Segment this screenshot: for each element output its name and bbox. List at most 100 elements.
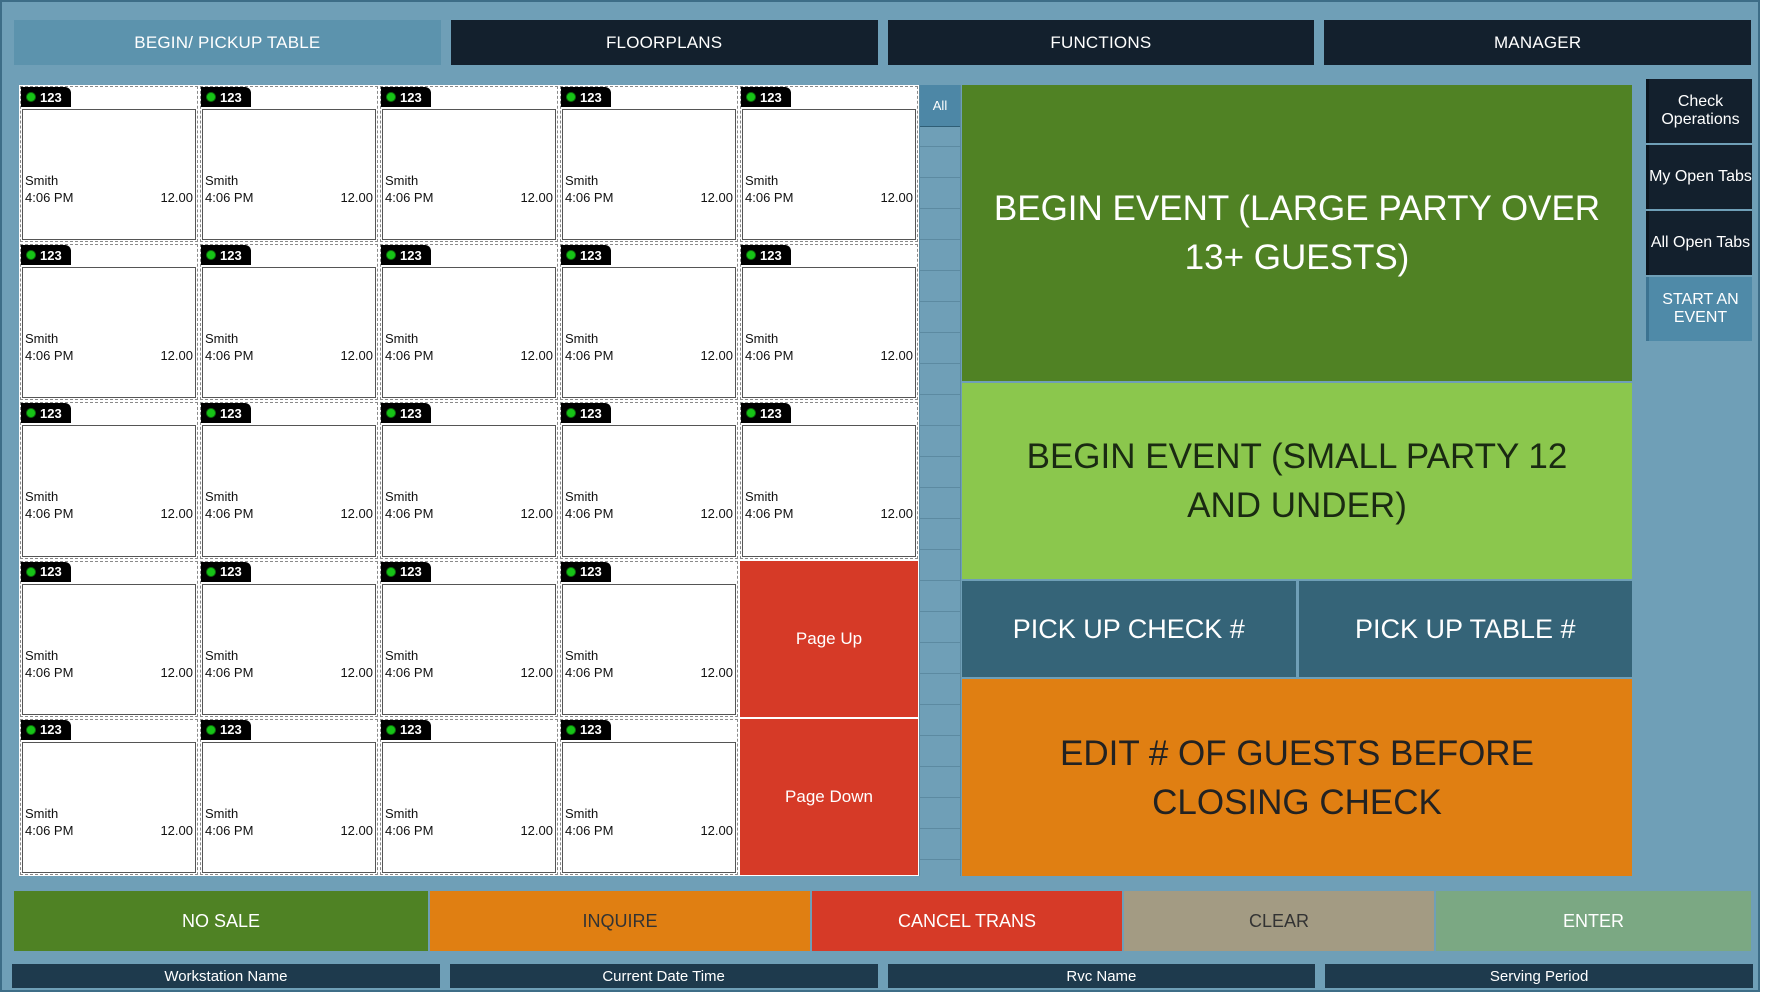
check-time: 4:06 PM (25, 348, 74, 364)
side-nav: Check Operations My Open Tabs All Open T… (1646, 79, 1752, 343)
inquire-button[interactable]: INQUIRE (430, 891, 810, 951)
cancel-trans-button[interactable]: CANCEL TRANS (812, 891, 1122, 951)
check-tile[interactable]: 123 Smith 4:06 PM 12.00 (560, 244, 738, 401)
enter-button[interactable]: ENTER (1436, 891, 1751, 951)
check-owner-name: Smith (205, 805, 239, 821)
check-number: 123 (400, 564, 422, 580)
status-dot-icon (206, 724, 216, 735)
check-tile[interactable]: 123 Smith 4:06 PM 12.00 (200, 244, 378, 401)
check-owner-name: Smith (25, 173, 59, 188)
check-tile[interactable]: 123 Smith 4:06 PM 12.00 (740, 86, 918, 243)
check-tile[interactable]: 123 Smith 4:06 PM 12.00 (200, 402, 378, 559)
serving-period: Serving Period (1325, 964, 1753, 988)
check-number: 123 (220, 405, 242, 421)
check-number: 123 (40, 247, 62, 263)
check-tile[interactable]: 123 Smith 4:06 PM 12.00 (380, 718, 558, 875)
open-checks-grid: 123 Smith 4:06 PM 12.00 123 Smith 4:06 PM 12.00… (19, 85, 919, 876)
status-dot-icon (206, 92, 216, 102)
check-owner-name: Smith (205, 331, 239, 347)
check-time: 4:06 PM (205, 506, 254, 522)
check-operations-button[interactable]: Check Operations (1646, 79, 1752, 143)
check-tile[interactable]: 123 Smith 4:06 PM 12.00 (560, 718, 738, 875)
check-tile[interactable]: 123 Smith 4:06 PM 12.00 (20, 560, 198, 717)
check-tile[interactable]: 123 Smith 4:06 PM 12.00 (560, 86, 738, 243)
tab-floorplans[interactable]: FLOORPLANS (450, 20, 878, 65)
status-dot-icon (566, 566, 576, 577)
check-owner-name: Smith (25, 489, 59, 505)
check-tile[interactable]: 123 Smith 4:06 PM 12.00 (200, 718, 378, 875)
begin-event-large-party-button[interactable]: BEGIN EVENT (LARGE PARTY OVER 13+ GUESTS… (962, 85, 1632, 381)
no-sale-button[interactable]: NO SALE (14, 891, 428, 951)
all-open-tabs-button[interactable]: All Open Tabs (1646, 211, 1752, 275)
check-owner-name: Smith (565, 173, 599, 188)
check-number-badge: 123 (381, 87, 431, 107)
pick-up-check-button[interactable]: PICK UP CHECK # (962, 581, 1296, 677)
check-number-badge: 123 (201, 403, 251, 424)
status-dot-icon (386, 250, 396, 261)
check-owner-name: Smith (745, 489, 779, 505)
status-dot-icon (566, 724, 576, 735)
check-amount: 12.00 (700, 506, 733, 522)
check-amount: 12.00 (700, 822, 733, 838)
check-number-badge: 123 (381, 403, 431, 424)
check-amount: 12.00 (160, 822, 193, 838)
check-owner-name: Smith (385, 805, 419, 821)
grid-scroll-strip[interactable]: All (919, 85, 961, 876)
check-time: 4:06 PM (565, 822, 614, 838)
check-tile[interactable]: 123 Smith 4:06 PM 12.00 (560, 402, 738, 559)
check-amount: 12.00 (520, 822, 553, 838)
status-bar: Workstation Name Current Date Time Rvc N… (12, 964, 1753, 988)
page-down-button[interactable]: Page Down (740, 718, 918, 875)
check-number-badge: 123 (21, 245, 71, 266)
check-tile[interactable]: 123 Smith 4:06 PM 12.00 (20, 402, 198, 559)
check-tile[interactable]: 123 Smith 4:06 PM 12.00 (20, 244, 198, 401)
check-number-badge: 123 (561, 403, 611, 424)
check-number: 123 (40, 722, 62, 738)
current-date-time: Current Date Time (449, 964, 878, 988)
check-owner-name: Smith (205, 489, 239, 505)
check-number: 123 (40, 405, 62, 421)
action-row: NO SALE INQUIRE CANCEL TRANS CLEAR ENTER (14, 891, 1751, 951)
tab-manager[interactable]: MANAGER (1324, 20, 1751, 65)
check-time: 4:06 PM (385, 822, 434, 838)
start-an-event-button[interactable]: START AN EVENT (1646, 277, 1752, 341)
check-time: 4:06 PM (565, 664, 614, 680)
check-amount: 12.00 (160, 506, 193, 522)
check-tile[interactable]: 123 Smith 4:06 PM 12.00 (20, 718, 198, 875)
tab-functions[interactable]: FUNCTIONS (887, 20, 1315, 65)
check-time: 4:06 PM (25, 190, 74, 205)
check-number-badge: 123 (201, 719, 251, 740)
pos-window: BEGIN/ PICKUP TABLE FLOORPLANS FUNCTIONS… (0, 0, 1760, 992)
check-owner-name: Smith (565, 647, 599, 663)
check-number: 123 (400, 722, 422, 738)
check-number: 123 (220, 247, 242, 263)
status-dot-icon (386, 724, 396, 735)
check-owner-name: Smith (565, 331, 599, 347)
check-tile[interactable]: 123 Smith 4:06 PM 12.00 (560, 560, 738, 717)
check-amount: 12.00 (880, 190, 913, 205)
begin-event-small-party-button[interactable]: BEGIN EVENT (SMALL PARTY 12 AND UNDER) (962, 383, 1632, 579)
check-tile[interactable]: 123 Smith 4:06 PM 12.00 (380, 86, 558, 243)
check-tile[interactable]: 123 Smith 4:06 PM 12.00 (200, 86, 378, 243)
check-number-badge: 123 (561, 561, 611, 582)
check-tile[interactable]: 123 Smith 4:06 PM 12.00 (380, 560, 558, 717)
check-tile[interactable]: 123 Smith 4:06 PM 12.00 (380, 402, 558, 559)
page-up-button[interactable]: Page Up (740, 560, 918, 717)
check-tile[interactable]: 123 Smith 4:06 PM 12.00 (740, 402, 918, 559)
check-tile[interactable]: 123 Smith 4:06 PM 12.00 (380, 244, 558, 401)
check-tile[interactable]: 123 Smith 4:06 PM 12.00 (200, 560, 378, 717)
check-tile[interactable]: 123 Smith 4:06 PM 12.00 (20, 86, 198, 243)
tab-begin-pickup-table[interactable]: BEGIN/ PICKUP TABLE (14, 20, 441, 65)
show-all-button[interactable]: All (920, 85, 960, 127)
check-number: 123 (580, 722, 602, 738)
check-amount: 12.00 (340, 822, 373, 838)
edit-guests-button[interactable]: EDIT # OF GUESTS BEFORE CLOSING CHECK (962, 679, 1632, 876)
pick-up-table-button[interactable]: PICK UP TABLE # (1298, 581, 1632, 677)
check-time: 4:06 PM (385, 190, 434, 205)
check-number: 123 (400, 405, 422, 421)
my-open-tabs-button[interactable]: My Open Tabs (1646, 145, 1752, 209)
clear-button[interactable]: CLEAR (1124, 891, 1434, 951)
check-tile[interactable]: 123 Smith 4:06 PM 12.00 (740, 244, 918, 401)
check-number: 123 (400, 247, 422, 263)
check-amount: 12.00 (160, 190, 193, 205)
